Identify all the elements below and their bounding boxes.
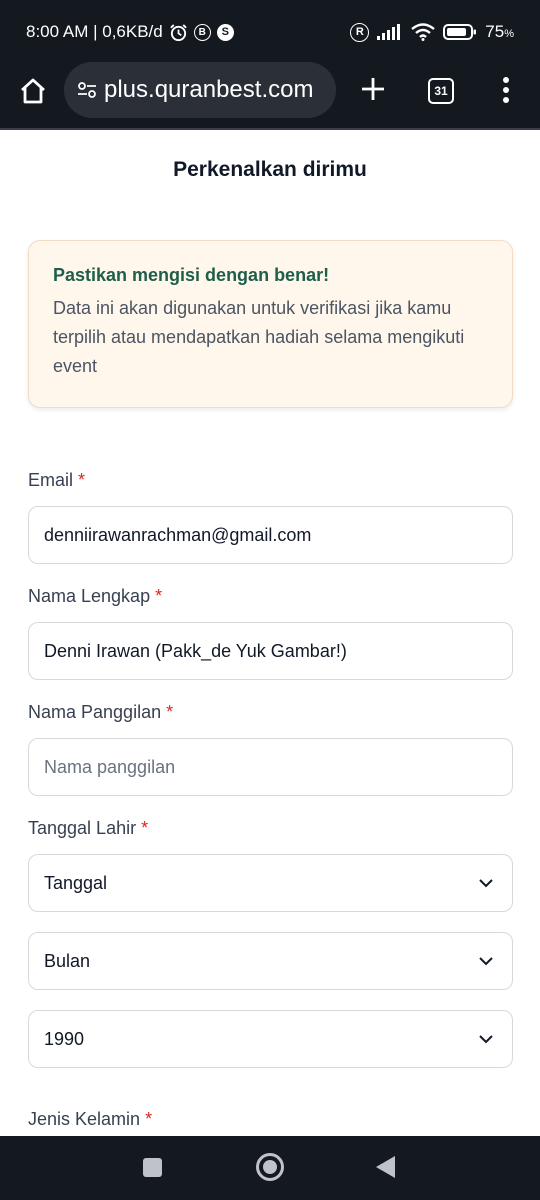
notice-title: Pastikan mengisi dengan benar! <box>53 265 330 285</box>
home-button[interactable] <box>18 76 48 108</box>
more-vert-icon <box>503 77 509 103</box>
gender-label: Jenis Kelamin * <box>28 1109 153 1129</box>
home-icon <box>21 78 45 104</box>
required-marker: * <box>141 818 149 838</box>
battery-percent: 75% <box>485 22 514 41</box>
back-button[interactable] <box>376 1156 395 1178</box>
alarm-icon <box>169 23 188 42</box>
month-select-value: Bulan <box>44 950 91 971</box>
signal-icon <box>377 24 403 40</box>
nickname-field[interactable]: Nama panggilan <box>28 738 513 796</box>
status-time: 8:00 AM | 0,6KB/d <box>26 22 163 41</box>
required-marker: * <box>145 1109 153 1129</box>
new-tab-button[interactable] <box>360 76 386 102</box>
notice-body: Data ini akan digunakan untuk verifikasi… <box>53 298 465 376</box>
notice-card: Pastikan mengisi dengan benar! Data ini … <box>28 240 513 408</box>
battery-unit: % <box>504 28 514 40</box>
birth-date-label: Tanggal Lahir * <box>28 818 149 838</box>
year-select-value: 1990 <box>44 1028 85 1049</box>
s-circle-icon: S <box>216 23 234 41</box>
required-marker: * <box>155 586 163 606</box>
status-bar: 8:00 AM | 0,6KB/d B S R 75% <box>0 0 540 62</box>
tab-switcher-button[interactable]: 31 <box>428 78 454 104</box>
recent-apps-button[interactable] <box>143 1158 162 1177</box>
nav-home-button[interactable] <box>256 1153 284 1181</box>
month-select[interactable]: Bulan <box>28 932 513 990</box>
full-name-label: Nama Lengkap * <box>28 586 163 606</box>
status-bar-right: R 75% <box>350 22 514 42</box>
required-marker: * <box>78 470 86 490</box>
year-select[interactable]: 1990 <box>28 1010 513 1068</box>
r-circle-icon: R <box>350 22 370 42</box>
full-name-field[interactable]: Denni Irawan (Pakk_de Yuk Gambar!) <box>28 622 513 680</box>
site-settings-icon[interactable] <box>76 79 98 101</box>
page-content: Perkenalkan dirimu Pastikan mengisi deng… <box>0 130 540 1136</box>
chevron-down-icon <box>479 957 493 966</box>
chevron-down-icon <box>479 879 493 888</box>
day-select-value: Tanggal <box>44 872 108 893</box>
address-bar[interactable]: plus.quranbest.com <box>64 62 336 118</box>
status-bar-left: 8:00 AM | 0,6KB/d B S <box>26 22 234 42</box>
nickname-label: Nama Panggilan * <box>28 702 174 722</box>
page-title: Perkenalkan dirimu <box>173 158 367 181</box>
day-select[interactable]: Tanggal <box>28 854 513 912</box>
wifi-icon <box>411 23 436 41</box>
system-nav-bar <box>0 1136 540 1200</box>
required-marker: * <box>166 702 174 722</box>
battery-icon <box>443 23 477 41</box>
b-circle-icon: B <box>193 23 211 41</box>
email-label: Email * <box>28 470 86 490</box>
more-menu-button[interactable] <box>500 76 512 104</box>
plus-icon <box>362 78 384 100</box>
browser-toolbar: plus.quranbest.com 31 <box>0 62 540 130</box>
email-field[interactable]: denniirawanrachman@gmail.com <box>28 506 513 564</box>
chevron-down-icon <box>479 1035 493 1044</box>
url-text: plus.quranbest.com <box>104 76 314 103</box>
